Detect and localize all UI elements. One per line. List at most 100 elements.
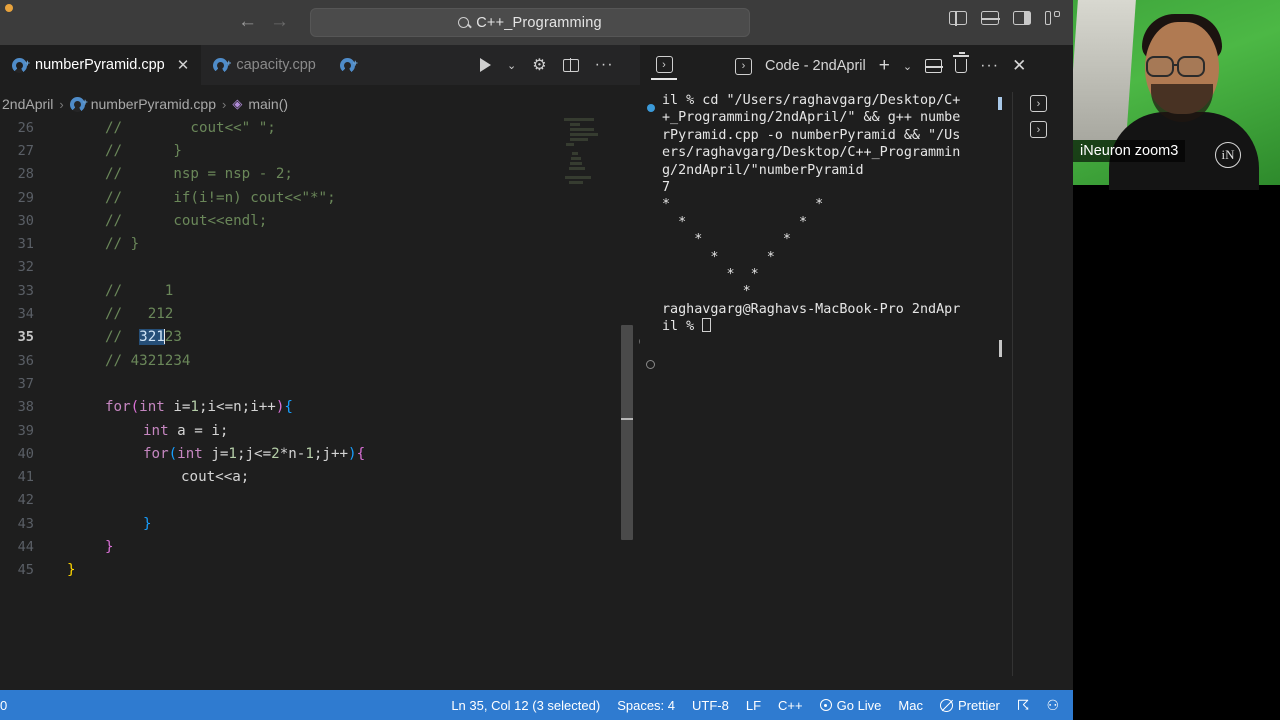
terminal-divider — [1012, 92, 1013, 676]
status-item-encoding[interactable]: UTF-8 — [692, 698, 729, 713]
code-line[interactable]: 39 int a = i; — [0, 419, 640, 442]
feedback-icon[interactable]: ☈ — [1017, 697, 1030, 714]
webcam-video: iN iNeuron zoom3 — [1073, 0, 1280, 190]
command-status-dot — [647, 104, 655, 112]
trash-icon[interactable] — [953, 52, 970, 73]
arrow-left-icon[interactable]: ← — [238, 12, 257, 31]
code-line[interactable]: 43} — [0, 512, 640, 535]
more-actions-icon[interactable]: ··· — [980, 57, 999, 75]
status-item-go-live[interactable]: Go Live — [819, 697, 882, 713]
terminal-pattern-line: * * — [662, 249, 775, 265]
terminal-icon[interactable]: › — [1030, 121, 1047, 138]
panel-right-icon[interactable] — [1013, 11, 1031, 25]
panel-bottom-icon[interactable] — [980, 11, 1000, 25]
breadcrumb-folder[interactable]: 2ndApril — [2, 96, 53, 112]
line-number: 42 — [17, 492, 34, 509]
tab-label: capacity.cpp — [236, 57, 316, 73]
close-icon[interactable]: ✕ — [177, 56, 190, 74]
vscode-window: ← → C++_Programming + numberPyramid.cpp … — [0, 0, 1280, 720]
run-play-icon[interactable] — [480, 58, 491, 72]
split-terminal-icon[interactable] — [924, 59, 943, 73]
terminal-toggle[interactable]: › — [651, 56, 677, 80]
status-item-label: Spaces: 4 — [617, 697, 676, 713]
chevron-down-icon[interactable]: ⌄ — [507, 59, 516, 72]
more-actions-icon[interactable]: ··· — [595, 56, 614, 74]
code-line[interactable]: 26 // cout<<" "; — [0, 116, 640, 139]
arrow-right-icon[interactable]: → — [270, 12, 289, 31]
code-line[interactable]: 30 // cout<<endl; — [0, 209, 640, 232]
terminal-pattern-line: * * — [662, 232, 791, 248]
terminal-icon[interactable]: › — [1030, 95, 1047, 112]
line-content: // cout<<endl; — [105, 212, 268, 229]
code-line[interactable]: 38 for(int i=1;i<=n;i++){ — [0, 396, 640, 419]
code-line[interactable]: 28 // nsp = nsp - 2; — [0, 163, 640, 186]
line-content: int a = i; — [143, 422, 229, 439]
customize-layout-icon[interactable] — [1045, 11, 1063, 25]
line-content: // if(i!=n) cout<<"*"; — [105, 189, 336, 206]
terminal-pattern-line: * — [662, 284, 751, 300]
line-content: // } — [105, 236, 140, 253]
webcam-label: iNeuron zoom3 — [1073, 140, 1186, 162]
terminal-actions: › Code - 2ndApril + ⌄ ··· ✕ — [735, 52, 1026, 76]
glasses-bridge — [1174, 64, 1179, 67]
search-input[interactable]: C++_Programming — [310, 8, 750, 37]
code-editor[interactable]: 26 // cout<<" "; 27 // } 28 // nsp = nsp - 2;… — [0, 116, 640, 676]
code-line[interactable]: 32 — [0, 256, 640, 279]
terminal-command-line: rPyramid.cpp -o numberPyramid && "/Us — [662, 127, 961, 143]
line-number: 36 — [17, 352, 34, 369]
bell-icon[interactable]: ⚇ — [1046, 697, 1059, 714]
code-line[interactable]: 33 // 1 — [0, 279, 640, 302]
close-icon[interactable]: ✕ — [1012, 56, 1026, 76]
breadcrumb-file[interactable]: numberPyramid.cpp — [91, 96, 216, 112]
code-line[interactable]: 44} — [0, 535, 640, 558]
terminal-icon: › — [735, 57, 752, 75]
new-terminal-icon[interactable]: + — [879, 56, 890, 75]
code-line[interactable]: 42 — [0, 489, 640, 512]
status-item-label: C++ — [778, 697, 803, 713]
line-number: 35 — [17, 329, 34, 346]
code-line[interactable]: 35 // 32123 — [0, 326, 640, 349]
terminal-cursor — [702, 318, 712, 333]
code-line[interactable]: 36 // 4321234 — [0, 349, 640, 372]
code-line[interactable]: 45} — [0, 559, 640, 582]
code-line[interactable]: 31 // } — [0, 232, 640, 255]
gear-icon[interactable]: ⚙ — [532, 55, 546, 75]
tab-numberPyramid-cpp[interactable]: + numberPyramid.cpp ✕ — [0, 45, 202, 85]
status-item-language-mode[interactable]: C++ — [778, 698, 803, 713]
status-item-eol[interactable]: LF — [746, 698, 761, 713]
status-item-cursor-position[interactable]: Ln 35, Col 12 (3 selected) — [451, 698, 600, 713]
background-wall — [1073, 0, 1136, 140]
panel-left-icon[interactable] — [949, 10, 967, 26]
terminal-icon: › — [655, 56, 673, 73]
status-item-platform[interactable]: Mac — [898, 698, 923, 713]
line-content: for(int i=1;i<=n;i++){ — [105, 399, 293, 416]
terminal-output[interactable]: il % cd "/Users/raghavgarg/Desktop/C+ +_P… — [640, 92, 1013, 676]
line-number: 45 — [17, 562, 34, 579]
line-number: 41 — [17, 469, 34, 486]
terminal-prompt-cursor-line[interactable]: il % — [662, 318, 1013, 335]
terminal-tab-label[interactable]: Code - 2ndApril — [765, 58, 866, 74]
minimap[interactable] — [560, 118, 608, 218]
breadcrumb-symbol[interactable]: main() — [248, 96, 288, 112]
code-line[interactable]: 27 // } — [0, 139, 640, 162]
line-content: } — [67, 562, 76, 579]
glasses-left-icon — [1146, 56, 1174, 77]
chevron-down-icon[interactable]: ⌄ — [903, 60, 912, 73]
code-line[interactable]: 40 for(int j=1;j<=2*n-1;j++){ — [0, 442, 640, 465]
status-left-text: 0 — [0, 697, 8, 713]
status-item-label: Go Live — [836, 697, 882, 713]
terminal-pattern-line: * * — [662, 267, 759, 283]
code-line[interactable]: 29 // if(i!=n) cout<<"*"; — [0, 186, 640, 209]
tab-capacity-cpp[interactable]: + capacity.cpp — [201, 45, 328, 85]
line-number: 33 — [17, 282, 34, 299]
split-editor-icon[interactable] — [562, 58, 579, 72]
status-item-indentation[interactable]: Spaces: 4 — [617, 698, 675, 713]
code-line[interactable]: 34 // 212 — [0, 302, 640, 325]
code-line[interactable]: 37 — [0, 372, 640, 395]
code-line[interactable]: 41 cout<<a; — [0, 465, 640, 488]
status-item-prettier[interactable]: Prettier — [939, 698, 1000, 713]
status-item-label: Ln 35, Col 12 (3 selected) — [451, 697, 601, 713]
tab-third-partial[interactable]: + — [328, 45, 375, 85]
webcam-overlay: iN iNeuron zoom3 — [1073, 0, 1280, 720]
editor-scrollbar[interactable] — [621, 325, 633, 540]
